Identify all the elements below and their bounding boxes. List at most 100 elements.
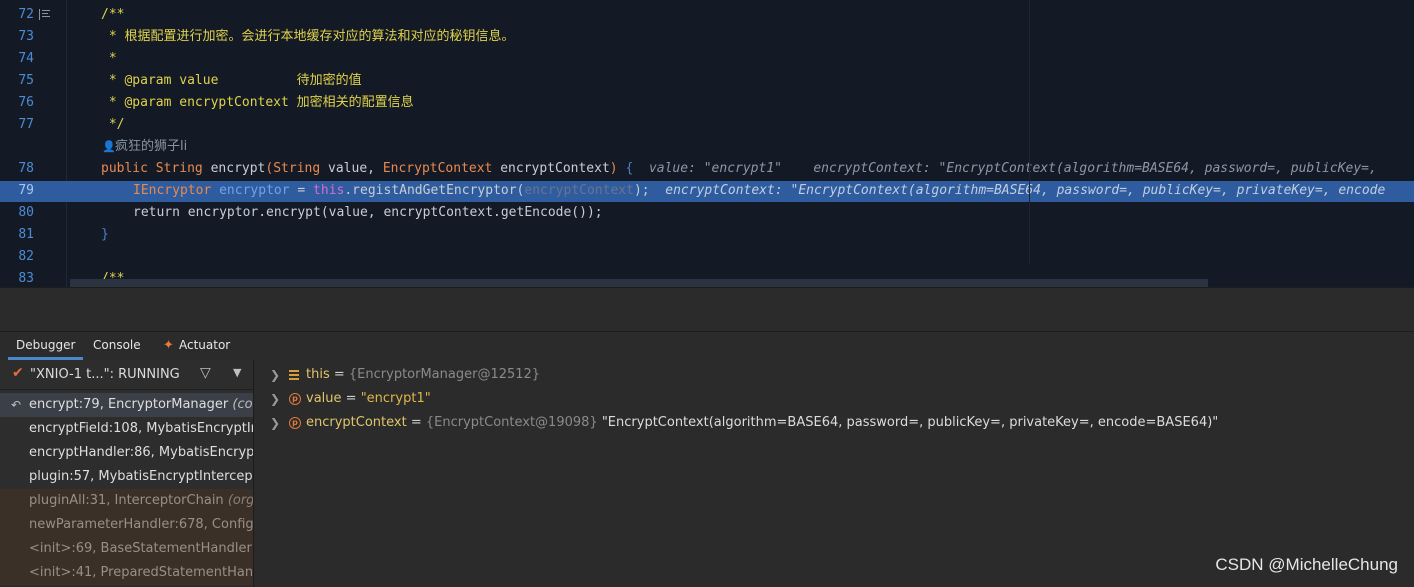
debug-tabs: Debugger Console ✦ Actuator xyxy=(0,332,1414,360)
variable-row[interactable]: ❯ this = {EncryptorManager@12512} xyxy=(255,363,1414,387)
variable-name: encryptContext xyxy=(306,415,407,430)
thread-selector[interactable]: ✔ "XNIO-1 t...": RUNNING ▽ ▼ xyxy=(0,360,253,390)
fields-icon xyxy=(289,369,301,381)
frame-method: plugin:57, MybatisEncryptIntercepto xyxy=(29,469,254,484)
type-name: String xyxy=(273,161,321,176)
code-line-72: /** xyxy=(101,4,1414,26)
line-number: 82 xyxy=(18,249,34,264)
doc-toggle-icon[interactable] xyxy=(39,9,50,20)
variable-value: "EncryptContext(algorithm=BASE64, passwo… xyxy=(597,415,1219,430)
line-number: 77 xyxy=(18,117,34,132)
code-line-81: } xyxy=(101,224,1414,246)
chevron-right-icon[interactable]: ❯ xyxy=(270,411,280,435)
stack-frame-library[interactable]: <init>:41, PreparedStatementHandle xyxy=(0,561,254,585)
code-line-78: public String encrypt(String value, Encr… xyxy=(101,158,1414,180)
code-line-74: * xyxy=(101,48,1414,70)
return-statement: return encryptor.encrypt(value, encryptC… xyxy=(133,205,603,220)
method-name: encrypt xyxy=(210,161,266,176)
code-line-77: */ xyxy=(101,114,1414,136)
code-editor[interactable]: 72 73 74 75 76 77 78 79 80 81 82 83 /** … xyxy=(0,0,1414,287)
type-name: IEncryptor xyxy=(133,183,212,198)
line-number: 72 xyxy=(18,7,34,22)
panel-splitter[interactable] xyxy=(0,287,1414,331)
code-area[interactable]: /** * 根据配置进行加密。会进行本地缓存对应的算法和对应的秘钥信息。 * *… xyxy=(67,0,1414,287)
tab-actuator-label: Actuator xyxy=(179,338,231,352)
brace: { xyxy=(625,161,634,176)
right-margin-guide xyxy=(1029,0,1030,265)
code-line-79: IEncryptor encryptor = this.registAndGet… xyxy=(133,180,1414,202)
frame-package: (org.a xyxy=(227,493,254,508)
stack-frame[interactable]: plugin:57, MybatisEncryptIntercepto xyxy=(0,465,254,489)
variable-ref: {EncryptContext@19098} xyxy=(425,415,598,430)
variable-row[interactable]: ❯ p value = "encrypt1" xyxy=(255,387,1414,411)
line-number: 75 xyxy=(18,73,34,88)
stack-frame-library[interactable]: <init>:69, BaseStatementHandler (o xyxy=(0,537,253,561)
local-variable: encryptor xyxy=(219,183,290,198)
line-number: 76 xyxy=(18,95,34,110)
variable-value: "encrypt1" xyxy=(360,391,431,406)
frame-method: encrypt:79, EncryptorManager xyxy=(29,397,229,412)
paren: ) xyxy=(609,161,618,176)
chevron-right-icon[interactable]: ❯ xyxy=(270,387,280,411)
line-number: 74 xyxy=(18,51,34,66)
inline-debug-value: encryptContext: "EncryptContext(algorith… xyxy=(665,183,1386,198)
stack-frame-library[interactable]: pluginAll:31, InterceptorChain (org.a xyxy=(0,489,254,513)
chevron-down-icon[interactable]: ▼ xyxy=(233,366,241,379)
tab-actuator[interactable]: ✦ Actuator xyxy=(155,332,238,360)
chevron-right-icon[interactable]: ❯ xyxy=(270,363,280,387)
author-name: 疯狂的狮子li xyxy=(115,139,188,154)
frame-method: encryptHandler:86, MybatisEncryptIn xyxy=(29,445,254,460)
keyword: public xyxy=(101,161,148,176)
variable-equals: = xyxy=(406,415,426,430)
frame-method: pluginAll:31, InterceptorChain xyxy=(29,493,224,508)
type-name: EncryptContext xyxy=(382,161,493,176)
tab-debugger[interactable]: Debugger xyxy=(8,332,84,360)
doc-comment: * 根据配置进行加密。会进行本地缓存对应的算法和对应的秘钥信息。 xyxy=(101,29,515,44)
variable-name: value xyxy=(306,391,342,406)
frame-method: <init>:41, PreparedStatementHandle xyxy=(29,565,254,580)
frame-method: <init>:69, BaseStatementHandler xyxy=(29,541,252,556)
code-line-76: * @param encryptContext 加密相关的配置信息 xyxy=(101,92,1414,114)
thread-label: "XNIO-1 t...": RUNNING xyxy=(30,367,180,382)
argument: encryptContext xyxy=(524,183,634,198)
variable-equals: = xyxy=(341,391,361,406)
horizontal-scrollbar[interactable] xyxy=(70,279,1208,287)
statement-end: ); xyxy=(633,183,650,198)
code-line-80: return encryptor.encrypt(value, encryptC… xyxy=(133,202,1414,224)
this-keyword: this xyxy=(313,183,345,198)
doc-comment: */ xyxy=(101,117,125,132)
actuator-icon: ✦ xyxy=(163,338,174,353)
inline-debug-value: value: "encrypt1" xyxy=(648,161,782,176)
line-number: 78 xyxy=(18,161,34,176)
doc-comment: * xyxy=(101,51,117,66)
param-encrypt-context: encryptContext xyxy=(500,161,610,176)
stack-frame[interactable]: encryptHandler:86, MybatisEncryptIn xyxy=(0,441,254,465)
line-number-current: 79 xyxy=(18,183,34,198)
inline-debug-value: encryptContext: "EncryptContext(algorith… xyxy=(813,161,1377,176)
param-value: value, xyxy=(328,161,375,176)
doc-comment: * @param encryptContext 加密相关的配置信息 xyxy=(101,95,414,110)
tab-console[interactable]: Console xyxy=(85,332,149,360)
line-number: 80 xyxy=(18,205,34,220)
variables-panel: ❯ this = {EncryptorManager@12512} ❯ p va… xyxy=(255,360,1414,587)
code-line-75: * @param value 待加密的值 xyxy=(101,70,1414,92)
stack-frame[interactable]: ↶ encrypt:79, EncryptorManager (com xyxy=(0,393,253,417)
filter-icon[interactable]: ▽ xyxy=(200,365,214,381)
code-author-hint[interactable]: 👤疯狂的狮子li xyxy=(102,137,187,157)
type-name: String xyxy=(155,161,203,176)
frames-panel: ✔ "XNIO-1 t...": RUNNING ▽ ▼ ↶ encrypt:79… xyxy=(0,360,254,587)
variable-ref: {EncryptorManager@12512} xyxy=(348,367,541,382)
variable-name: this xyxy=(306,367,330,382)
frame-package: (com xyxy=(232,397,253,412)
line-number: 73 xyxy=(18,29,34,44)
stack-frame[interactable]: encryptField:108, MybatisEncryptInte xyxy=(0,417,253,441)
method-call: .registAndGetEncryptor( xyxy=(344,183,525,198)
parameter-icon: p xyxy=(289,417,301,429)
variable-row[interactable]: ❯ p encryptContext = {EncryptContext@190… xyxy=(255,411,1414,435)
check-icon: ✔ xyxy=(12,365,24,381)
stack-frame-library[interactable]: newParameterHandler:678, Configur xyxy=(0,513,254,537)
debug-tool-window: Debugger Console ✦ Actuator ✔ "XNIO-1 t..… xyxy=(0,331,1414,587)
frame-method: newParameterHandler:678, Configur xyxy=(29,517,254,532)
user-icon: 👤 xyxy=(102,140,116,153)
